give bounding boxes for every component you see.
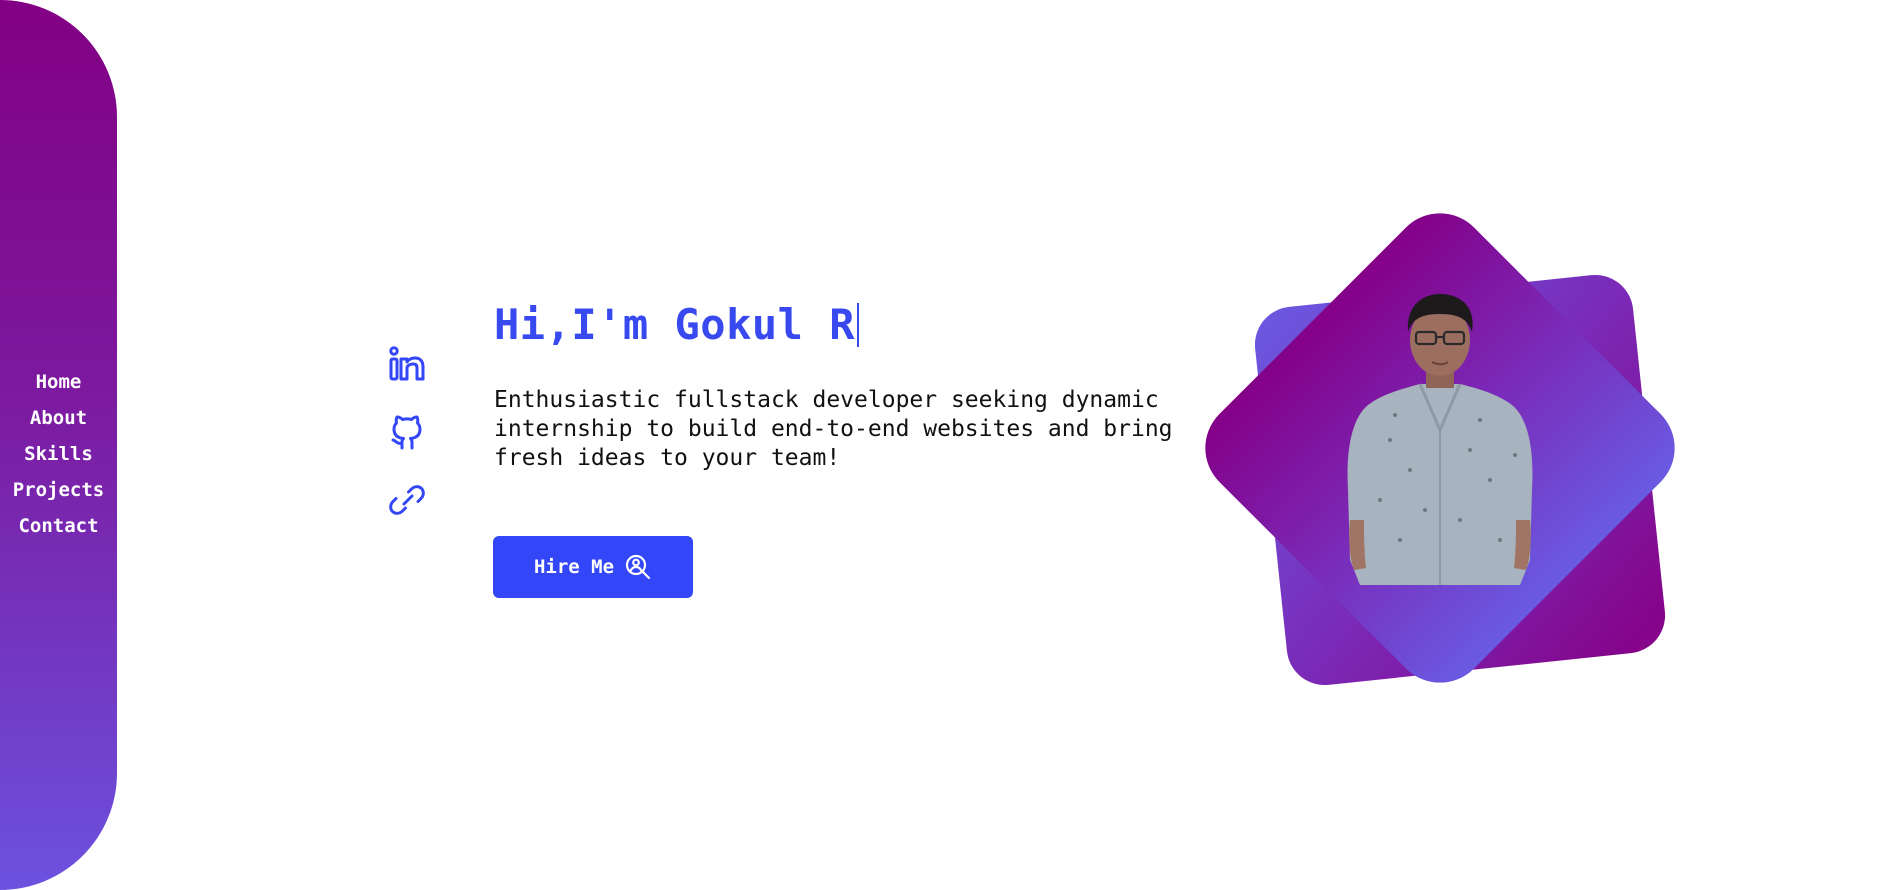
hire-me-label: Hire Me bbox=[533, 556, 615, 578]
nav-item-projects[interactable]: Projects bbox=[13, 472, 105, 508]
linkedin-icon[interactable] bbox=[385, 345, 429, 383]
typing-cursor bbox=[857, 303, 860, 347]
nav-item-about[interactable]: About bbox=[30, 400, 87, 436]
profile-artwork bbox=[1170, 190, 1695, 710]
greeting-text: Hi,I'm Gokul R bbox=[494, 300, 856, 349]
nav-item-home[interactable]: Home bbox=[36, 364, 82, 400]
portfolio-page: Home About Skills Projects Contact Hi,I'… bbox=[0, 0, 1892, 890]
sidebar-nav: Home About Skills Projects Contact bbox=[0, 364, 117, 544]
user-search-icon bbox=[625, 554, 651, 580]
social-links bbox=[385, 345, 429, 519]
hire-me-button[interactable]: Hire Me bbox=[493, 536, 693, 598]
github-icon[interactable] bbox=[385, 413, 429, 451]
hero-greeting: Hi,I'm Gokul R bbox=[494, 300, 860, 349]
link-icon[interactable] bbox=[385, 481, 429, 519]
profile-photo bbox=[1347, 294, 1533, 585]
hero-description: Enthusiastic fullstack developer seeking… bbox=[494, 387, 1173, 471]
nav-item-contact[interactable]: Contact bbox=[18, 508, 98, 544]
sidebar: Home About Skills Projects Contact bbox=[0, 0, 117, 890]
nav-item-skills[interactable]: Skills bbox=[24, 436, 93, 472]
